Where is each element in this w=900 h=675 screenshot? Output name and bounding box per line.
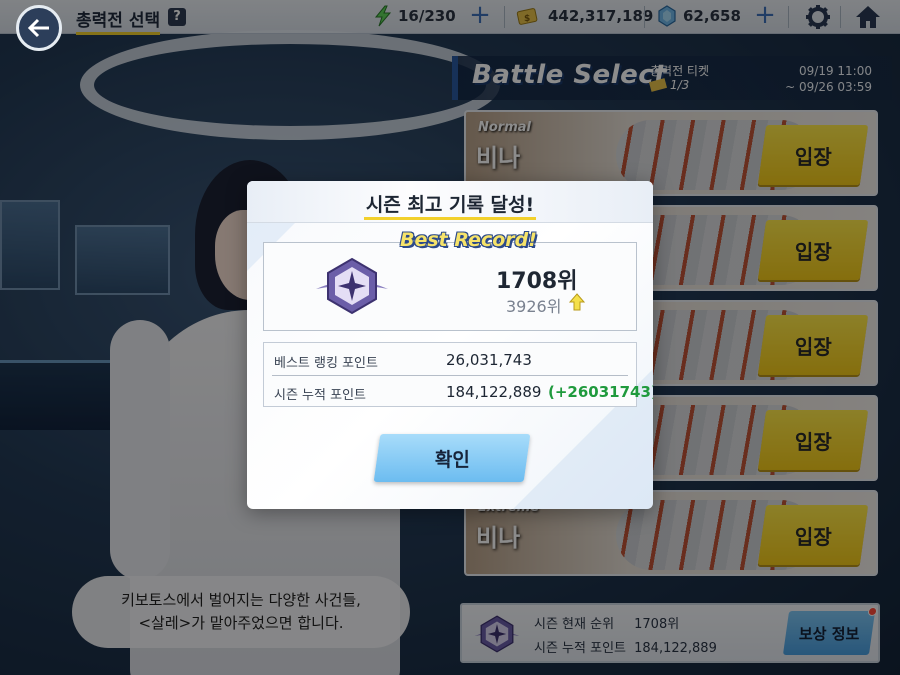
best-ranking-points-label: 베스트 랭킹 포인트 [274,356,378,371]
season-points-label: 시즌 누적 포인트 [274,388,366,403]
up-arrow-icon [569,293,585,311]
best-ranking-points-row: 베스트 랭킹 포인트 26,031,743 [272,345,628,375]
dialog-title-text: 시즌 최고 기록 달성! [363,194,537,220]
confirm-button-label: 확인 [434,448,470,471]
back-button[interactable] [16,5,62,51]
arrow-left-icon [27,18,49,38]
new-rank: 1708위 [496,269,578,294]
dialog-title: 시즌 최고 기록 달성! [247,190,653,220]
best-record-dialog: 시즌 최고 기록 달성! Best Record! 1708위 3926위 베스… [247,181,653,509]
rank-emblem-icon [316,257,388,315]
previous-rank: 3926위 [506,297,562,316]
season-points-delta: (+26031743) [548,383,653,401]
dialog-header: 시즌 최고 기록 달성! [247,181,653,223]
best-ranking-points-value: 26,031,743 [446,351,532,369]
confirm-button[interactable]: 확인 [373,434,531,482]
row-divider [272,375,628,376]
record-box: Best Record! 1708위 3926위 [263,229,637,331]
season-points-row: 시즌 누적 포인트 184,122,889 (+26031743) [272,377,653,407]
best-record-badge: Best Record! [400,229,537,251]
season-points-value: 184,122,889 [446,383,542,401]
points-table: 베스트 랭킹 포인트 26,031,743 시즌 누적 포인트 184,122,… [263,342,653,407]
